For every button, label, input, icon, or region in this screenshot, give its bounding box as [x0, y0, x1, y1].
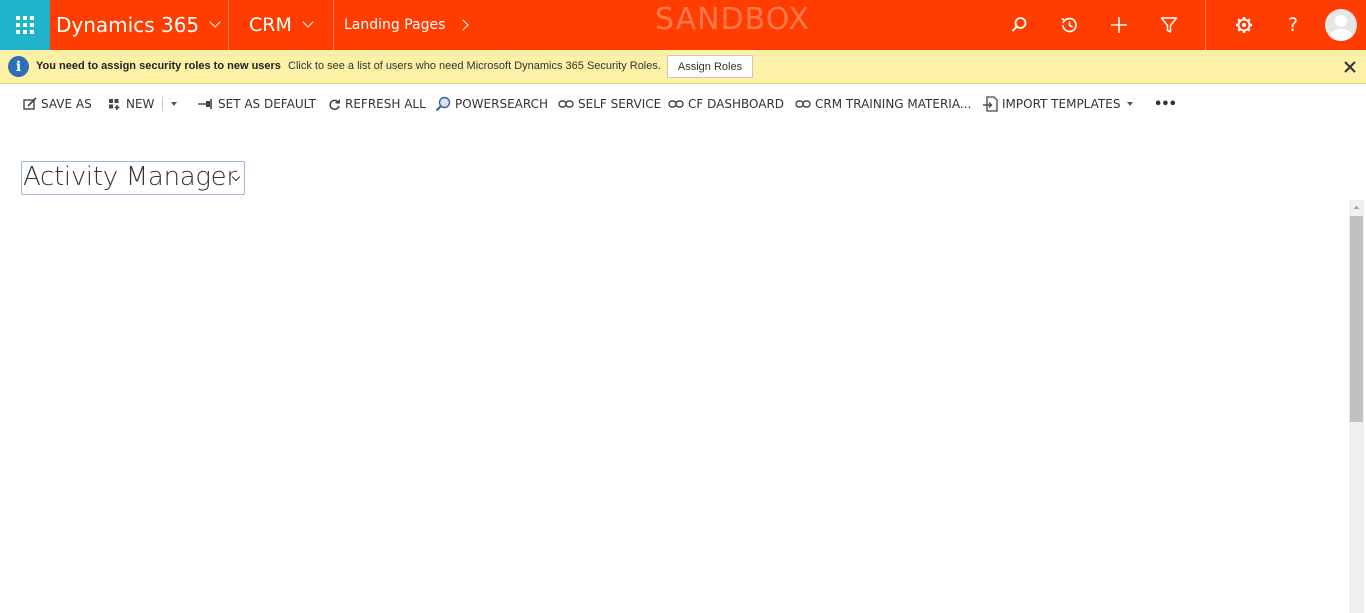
powersearch-label: POWERSEARCH: [455, 97, 549, 111]
environment-label: SANDBOX: [655, 2, 810, 37]
waffle-icon: [16, 16, 34, 34]
crm-training-button[interactable]: CRM TRAINING MATERIA...: [795, 95, 971, 113]
chevron-down-icon: [209, 16, 221, 28]
refresh-icon: [329, 98, 341, 110]
more-commands-button[interactable]: •••: [1154, 95, 1177, 113]
refresh-all-button[interactable]: REFRESH ALL: [328, 95, 426, 113]
view-selector[interactable]: Activity Manager: [21, 161, 245, 195]
set-as-default-label: SET AS DEFAULT: [218, 97, 316, 111]
recent-items-button[interactable]: [1044, 0, 1094, 50]
info-icon: i: [8, 56, 29, 77]
filter-icon: [1160, 17, 1178, 33]
chevron-down-icon: [302, 16, 314, 28]
save-as-label: SAVE AS: [41, 97, 92, 111]
refresh-all-label: REFRESH ALL: [345, 97, 426, 111]
divider: [1205, 0, 1206, 50]
scroll-thumb[interactable]: [1350, 216, 1363, 422]
assign-roles-button[interactable]: Assign Roles: [667, 55, 753, 78]
help-icon: ?: [1287, 14, 1299, 36]
notification-message[interactable]: Click to see a list of users who need Mi…: [288, 60, 661, 72]
vertical-scrollbar[interactable]: [1349, 200, 1364, 613]
import-icon: [983, 96, 998, 112]
caret-down-icon: [171, 102, 177, 106]
cf-dashboard-label: CF DASHBOARD: [688, 97, 785, 111]
gear-icon: [1236, 17, 1252, 33]
new-dropdown-button[interactable]: [171, 95, 177, 113]
caret-up-icon: [1353, 205, 1360, 209]
command-bar: SAVE AS NEW SET AS DEFAULT REFRESH ALL P…: [0, 88, 1366, 118]
self-service-label: SELF SERVICE: [578, 97, 662, 111]
module-menu[interactable]: CRM: [249, 0, 314, 50]
import-templates-button[interactable]: IMPORT TEMPLATES: [983, 95, 1134, 113]
view-title: Activity Manager: [23, 162, 237, 192]
history-icon: [1061, 17, 1077, 33]
divider: [228, 0, 229, 50]
user-avatar[interactable]: [1325, 9, 1357, 41]
close-notification-button[interactable]: [1340, 57, 1360, 77]
save-as-icon: [23, 97, 37, 110]
link-icon: [795, 100, 811, 108]
plus-icon: [1111, 17, 1127, 33]
crm-training-label: CRM TRAINING MATERIA...: [815, 97, 972, 111]
save-as-button[interactable]: SAVE AS: [23, 95, 92, 113]
divider: [333, 0, 334, 50]
notification-title: You need to assign security roles to new…: [36, 60, 281, 72]
notification-bar: i You need to assign security roles to n…: [0, 50, 1366, 84]
search-icon: [1011, 17, 1027, 32]
settings-button[interactable]: [1219, 0, 1269, 50]
link-icon: [558, 100, 574, 108]
help-button[interactable]: ?: [1268, 0, 1318, 50]
pin-icon: [198, 99, 212, 109]
divider: [162, 97, 163, 111]
set-as-default-button[interactable]: SET AS DEFAULT: [198, 95, 316, 113]
powersearch-button[interactable]: POWERSEARCH: [435, 95, 548, 113]
ellipsis-icon: •••: [1154, 96, 1177, 112]
top-navigation-bar: Dynamics 365 CRM Landing Pages SANDBOX ?: [0, 0, 1366, 50]
scroll-up-button[interactable]: [1349, 200, 1364, 215]
advanced-find-button[interactable]: [1144, 0, 1194, 50]
self-service-button[interactable]: SELF SERVICE: [558, 95, 661, 113]
app-name-menu[interactable]: Dynamics 365: [56, 0, 221, 50]
module-name: CRM: [249, 14, 292, 36]
cf-dashboard-button[interactable]: CF DASHBOARD: [668, 95, 784, 113]
chevron-right-icon: [457, 19, 470, 31]
link-icon: [668, 100, 684, 108]
search-button[interactable]: [994, 0, 1044, 50]
close-icon: [1344, 61, 1356, 73]
powersearch-icon: [435, 96, 451, 112]
caret-down-icon: [1127, 102, 1134, 106]
area-name: Landing Pages: [344, 17, 446, 33]
area-breadcrumb[interactable]: Landing Pages: [344, 0, 470, 50]
app-name: Dynamics 365: [56, 13, 200, 37]
app-launcher-button[interactable]: [0, 0, 50, 50]
new-label: NEW: [126, 97, 155, 111]
new-button[interactable]: NEW: [108, 95, 154, 113]
new-icon: [109, 99, 120, 110]
import-templates-label: IMPORT TEMPLATES: [1002, 97, 1121, 111]
create-button[interactable]: [1094, 0, 1144, 50]
